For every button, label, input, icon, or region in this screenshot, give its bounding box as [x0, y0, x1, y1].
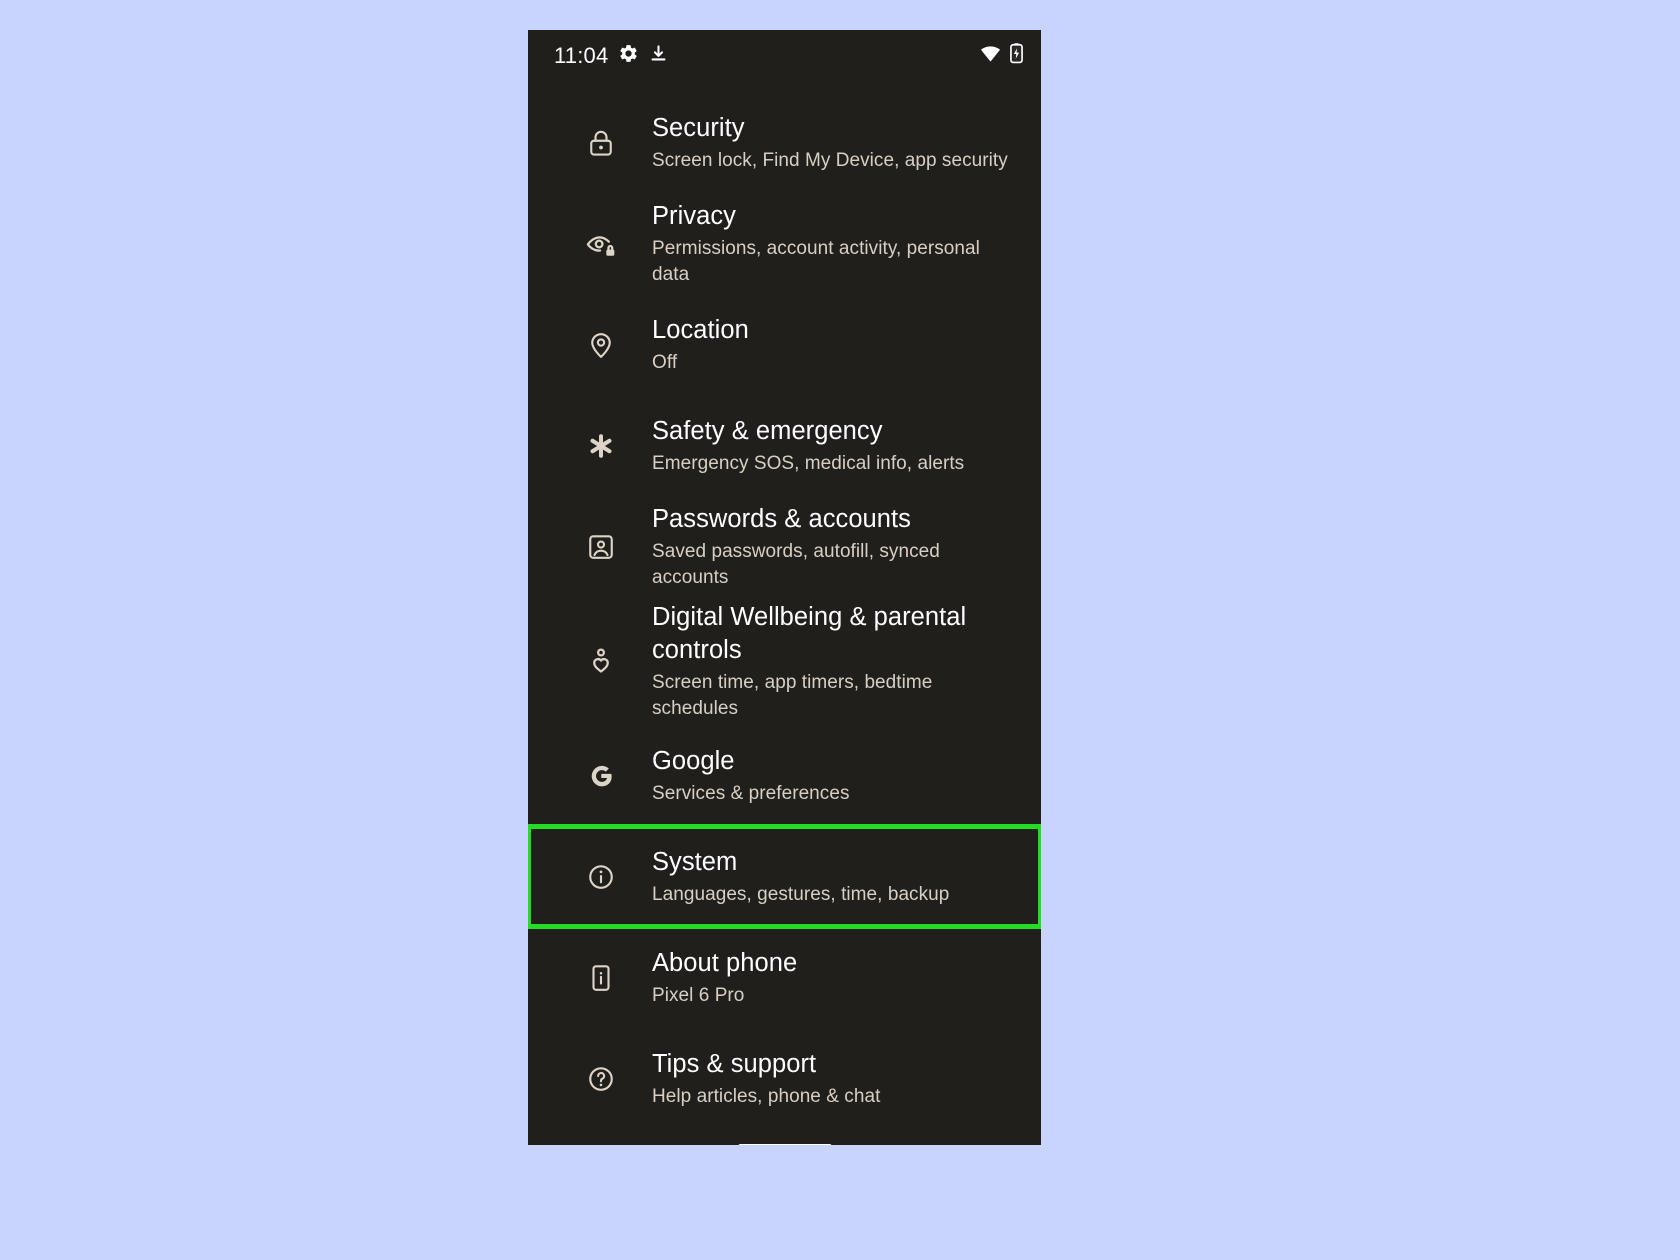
- settings-row-subtitle: Permissions, account activity, personal …: [652, 237, 980, 285]
- settings-row-text: Security Screen lock, Find My Device, ap…: [652, 112, 1008, 174]
- home-indicator[interactable]: [737, 1143, 832, 1145]
- settings-row-title: Location: [652, 315, 749, 344]
- settings-row-title: System: [652, 847, 738, 876]
- location-pin-icon: [584, 328, 618, 362]
- settings-row-title: Passwords & accounts: [652, 504, 911, 533]
- home-indicator-area: [528, 1129, 1041, 1145]
- settings-row-about-phone[interactable]: About phone Pixel 6 Pro: [528, 927, 1041, 1028]
- heart-person-icon: [584, 644, 618, 678]
- settings-row-title: Safety & emergency: [652, 416, 883, 445]
- settings-row-location[interactable]: Location Off: [528, 294, 1041, 395]
- settings-row-digital-wellbeing[interactable]: Digital Wellbeing & parental controls Sc…: [528, 597, 1041, 725]
- settings-row-safety-emergency[interactable]: Safety & emergency Emergency SOS, medica…: [528, 395, 1041, 496]
- settings-row-subtitle: Languages, gestures, time, backup: [652, 883, 950, 905]
- settings-row-passwords-accounts[interactable]: Passwords & accounts Saved passwords, au…: [528, 496, 1041, 597]
- battery-icon: [1010, 43, 1023, 69]
- settings-row-system[interactable]: System Languages, gestures, time, backup: [528, 824, 1041, 929]
- settings-row-text: Location Off: [652, 314, 749, 376]
- settings-row-subtitle: Saved passwords, autofill, synced accoun…: [652, 540, 940, 588]
- settings-row-title: Google: [652, 746, 735, 775]
- settings-row-subtitle: Screen lock, Find My Device, app securit…: [652, 149, 1008, 171]
- settings-row-title: Security: [652, 113, 745, 142]
- settings-row-subtitle: Emergency SOS, medical info, alerts: [652, 452, 965, 474]
- settings-row-subtitle: Help articles, phone & chat: [652, 1085, 881, 1107]
- settings-row-text: System Languages, gestures, time, backup: [652, 846, 949, 908]
- settings-row-tips-support[interactable]: Tips & support Help articles, phone & ch…: [528, 1028, 1041, 1129]
- lock-icon: [584, 126, 618, 160]
- status-bar-right: [980, 43, 1023, 69]
- info-circle-icon: [584, 860, 618, 894]
- status-bar-clock: 11:04: [554, 43, 609, 68]
- settings-row-text: Google Services & preferences: [652, 745, 850, 807]
- settings-row-text: Tips & support Help articles, phone & ch…: [652, 1048, 880, 1110]
- eye-lock-icon: [584, 227, 618, 261]
- status-bar-left: 11:04: [554, 43, 668, 69]
- settings-row-google[interactable]: Google Services & preferences: [528, 725, 1041, 826]
- google-g-icon: [584, 759, 618, 793]
- settings-row-title: About phone: [652, 948, 798, 977]
- download-icon: [649, 44, 668, 68]
- settings-row-text: Digital Wellbeing & parental controls Sc…: [652, 601, 1011, 722]
- settings-row-security[interactable]: Security Screen lock, Find My Device, ap…: [528, 92, 1041, 193]
- account-box-icon: [584, 530, 618, 564]
- wifi-icon: [980, 45, 1001, 67]
- settings-row-title: Digital Wellbeing & parental controls: [652, 602, 967, 664]
- settings-row-subtitle: Screen time, app timers, bedtime schedul…: [652, 671, 933, 719]
- settings-list: Security Screen lock, Find My Device, ap…: [528, 82, 1041, 1129]
- settings-row-title: Privacy: [652, 201, 736, 230]
- settings-row-privacy[interactable]: Privacy Permissions, account activity, p…: [528, 193, 1041, 294]
- settings-row-subtitle: Off: [652, 351, 678, 373]
- settings-row-text: About phone Pixel 6 Pro: [652, 947, 797, 1009]
- help-circle-icon: [584, 1062, 618, 1096]
- settings-row-text: Safety & emergency Emergency SOS, medica…: [652, 415, 964, 477]
- phone-screen: 11:04 Security Screen lock, Find My Devi…: [528, 30, 1041, 1145]
- settings-row-text: Passwords & accounts Saved passwords, au…: [652, 503, 1011, 591]
- gear-icon: [618, 43, 639, 69]
- settings-row-subtitle: Pixel 6 Pro: [652, 984, 745, 1006]
- settings-row-title: Tips & support: [652, 1049, 817, 1078]
- settings-row-subtitle: Services & preferences: [652, 782, 850, 804]
- asterisk-icon: [584, 429, 618, 463]
- status-bar: 11:04: [528, 30, 1041, 82]
- settings-row-text: Privacy Permissions, account activity, p…: [652, 200, 1011, 288]
- phone-info-icon: [584, 961, 618, 995]
